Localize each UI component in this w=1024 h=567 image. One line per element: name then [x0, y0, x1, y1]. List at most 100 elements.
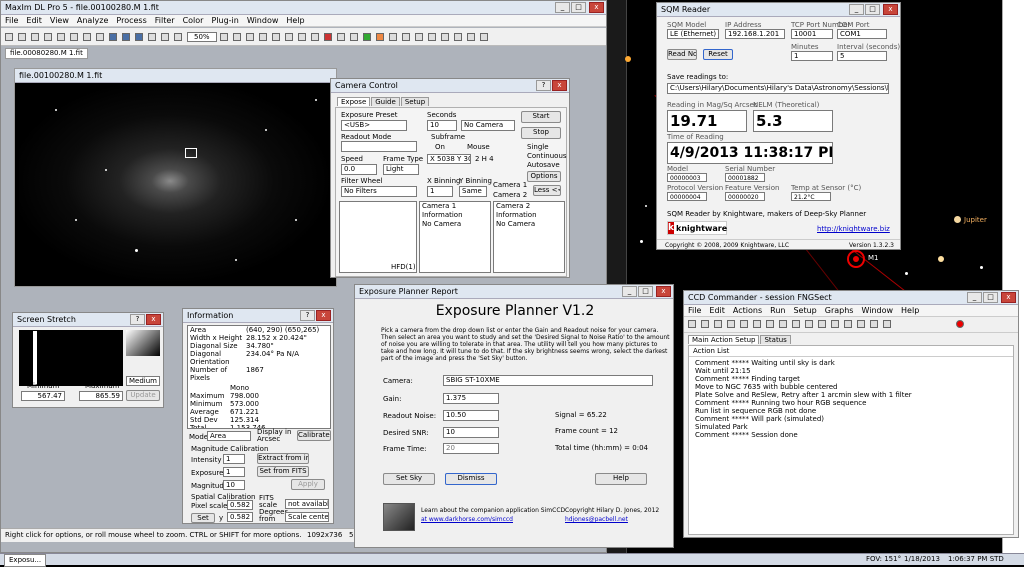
- subframe-on-checkbox[interactable]: On: [435, 143, 445, 151]
- ip-address-input[interactable]: 192.168.1.201: [725, 29, 785, 39]
- tool-icon[interactable]: [818, 320, 826, 328]
- selection-box[interactable]: [185, 148, 197, 158]
- menu-edit[interactable]: Edit: [709, 306, 725, 315]
- single-radio[interactable]: Single: [527, 143, 549, 151]
- grid-icon[interactable]: [258, 32, 267, 41]
- read-now-button[interactable]: Read Now: [667, 49, 697, 60]
- tool-icon[interactable]: [388, 32, 397, 41]
- close-button[interactable]: x: [589, 2, 604, 13]
- x-binning-select[interactable]: 1: [427, 186, 453, 197]
- paste-icon[interactable]: [753, 320, 761, 328]
- minimize-button[interactable]: _: [555, 2, 570, 13]
- cut-icon[interactable]: [57, 32, 65, 41]
- tool-icon[interactable]: [479, 32, 488, 41]
- menu-edit[interactable]: Edit: [26, 16, 42, 25]
- options-button[interactable]: Options: [527, 171, 561, 182]
- camera-icon[interactable]: [109, 32, 117, 41]
- email-link[interactable]: hdjones@pacbell.net: [565, 516, 628, 523]
- menu-help[interactable]: Help: [901, 306, 919, 315]
- new-icon[interactable]: [5, 32, 13, 41]
- record-icon[interactable]: [956, 320, 964, 328]
- tab-main-action-setup[interactable]: Main Action Setup: [688, 335, 760, 344]
- taskbar-item[interactable]: Exposu...: [4, 554, 47, 567]
- tool-icon[interactable]: [844, 320, 852, 328]
- exposure-input[interactable]: 1: [223, 467, 245, 477]
- set-sky-button[interactable]: Set Sky: [383, 473, 435, 485]
- observatory-icon[interactable]: [135, 32, 143, 41]
- planet-jupiter[interactable]: [954, 216, 961, 223]
- galaxy-image[interactable]: [19, 85, 334, 285]
- hand-icon[interactable]: [219, 32, 228, 41]
- tool-icon[interactable]: [466, 32, 475, 41]
- frame-time-input[interactable]: 20: [443, 443, 499, 454]
- action-list-item[interactable]: Comment ***** Will park (simulated): [695, 415, 1007, 423]
- tool-icon[interactable]: [362, 32, 371, 41]
- pause-icon[interactable]: [870, 320, 878, 328]
- scale-center-select[interactable]: Scale center: [285, 512, 329, 522]
- close-button[interactable]: x: [883, 4, 898, 15]
- camera-select[interactable]: SBIG ST-10XME: [443, 375, 653, 386]
- set-button[interactable]: Set: [191, 513, 215, 523]
- learn-link[interactable]: at www.darkhorse.com/simccd: [421, 516, 513, 523]
- info-title-bar[interactable]: Information ? x: [183, 309, 333, 323]
- document-tab[interactable]: file.00080280.M 1.fit: [5, 48, 88, 59]
- autosave-radio[interactable]: Autosave: [527, 161, 560, 169]
- update-button[interactable]: Update: [126, 390, 160, 401]
- reset-button[interactable]: Reset: [703, 49, 733, 60]
- action-list-item[interactable]: Comment ***** Finding target: [695, 375, 1007, 383]
- tool-icon[interactable]: [310, 32, 319, 41]
- set-from-fits-button[interactable]: Set from FITS: [257, 466, 309, 477]
- tool-icon[interactable]: [453, 32, 462, 41]
- paste-icon[interactable]: [83, 32, 91, 41]
- action-list[interactable]: Comment ***** Waiting until sky is dark W…: [689, 357, 1013, 441]
- stop-button[interactable]: Stop: [521, 127, 561, 139]
- readout-mode-select[interactable]: [341, 141, 417, 152]
- simccd-logo[interactable]: [383, 503, 415, 531]
- help-button[interactable]: Help: [595, 473, 647, 485]
- action-list-item[interactable]: Plate Solve and ReSlew, Retry after 1 ar…: [695, 391, 1007, 399]
- filter-wheel-select[interactable]: No Filters: [341, 186, 417, 197]
- crop-icon[interactable]: [232, 32, 241, 41]
- menu-view[interactable]: View: [50, 16, 69, 25]
- knightware-link[interactable]: http://knightware.biz: [817, 225, 890, 233]
- calibrate-button[interactable]: Calibrate <<: [297, 430, 331, 441]
- tool-icon[interactable]: [440, 32, 449, 41]
- action-list-item[interactable]: Simulated Park: [695, 423, 1007, 431]
- tool-icon[interactable]: [284, 32, 293, 41]
- tool-icon[interactable]: [375, 32, 384, 41]
- menu-window[interactable]: Window: [247, 16, 279, 25]
- save-icon[interactable]: [31, 32, 39, 41]
- help-button[interactable]: ?: [536, 80, 551, 91]
- save-icon[interactable]: [714, 320, 722, 328]
- action-list-item[interactable]: Run list in sequence RGB not done: [695, 407, 1007, 415]
- seconds-input[interactable]: 10: [427, 120, 457, 131]
- menu-filter[interactable]: Filter: [155, 16, 175, 25]
- image-window[interactable]: file.00100280.M 1.fit: [14, 68, 337, 287]
- tool-icon[interactable]: [297, 32, 306, 41]
- stretch-icon[interactable]: [148, 32, 156, 41]
- save-path-input[interactable]: C:\Users\Hilary\Documents\Hilary's Data\…: [667, 83, 889, 94]
- desired-snr-input[interactable]: 10: [443, 427, 499, 438]
- menu-window[interactable]: Window: [861, 306, 893, 315]
- zoom-select[interactable]: 50%: [187, 31, 217, 42]
- play-icon[interactable]: [857, 320, 865, 328]
- camera-title-bar[interactable]: Camera Control ? x: [331, 79, 569, 93]
- interval-input[interactable]: 5: [837, 51, 887, 61]
- menu-plugin[interactable]: Plug-in: [211, 16, 238, 25]
- menu-process[interactable]: Process: [116, 16, 146, 25]
- help-button[interactable]: ?: [300, 310, 315, 321]
- maximize-button[interactable]: □: [983, 292, 998, 303]
- close-button[interactable]: x: [1001, 292, 1016, 303]
- copy-icon[interactable]: [740, 320, 748, 328]
- menu-color[interactable]: Color: [183, 16, 204, 25]
- sqm-model-select[interactable]: LE (Ethernet): [667, 29, 719, 39]
- menu-file[interactable]: File: [688, 306, 701, 315]
- maxim-title-bar[interactable]: MaxIm DL Pro 5 - file.00100280.M 1.fit _…: [1, 1, 606, 15]
- action-list-item[interactable]: Comment ***** Waiting until sky is dark: [695, 359, 1007, 367]
- action-list-item[interactable]: Comment ***** Running two hour RGB seque…: [695, 399, 1007, 407]
- action-list-item[interactable]: Move to NGC 7635 with bubble centered: [695, 383, 1007, 391]
- minimize-button[interactable]: _: [849, 4, 864, 15]
- gain-input[interactable]: 1.375: [443, 393, 499, 404]
- continuous-radio[interactable]: Continuous: [527, 152, 567, 160]
- menu-analyze[interactable]: Analyze: [77, 16, 109, 25]
